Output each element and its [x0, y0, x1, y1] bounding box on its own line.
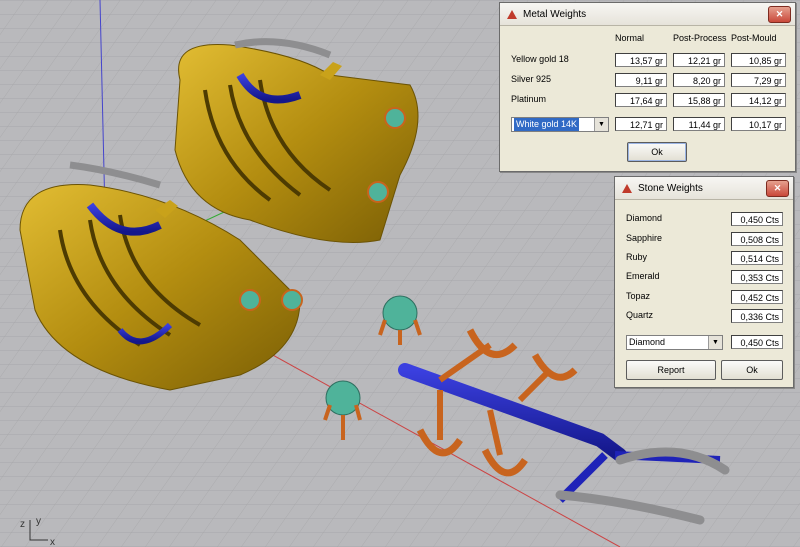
weight-field[interactable]: 7,29 gr: [731, 73, 786, 87]
weight-field[interactable]: 12,71 gr: [615, 117, 667, 131]
app-icon: [507, 10, 517, 19]
ok-button[interactable]: Ok: [627, 142, 687, 162]
carat-field[interactable]: 0,450 Cts: [731, 212, 783, 226]
metal-select[interactable]: White gold 14K ▼: [511, 117, 609, 132]
column-header-post-mould: Post-Mould: [731, 33, 777, 43]
close-button[interactable]: ✕: [768, 6, 791, 23]
metal-select-value: White gold 14K: [514, 118, 580, 131]
dialog-title: Metal Weights: [523, 8, 587, 20]
weight-field[interactable]: 8,20 gr: [673, 73, 725, 87]
stone-label: Ruby: [626, 252, 648, 262]
stone-label: Diamond: [626, 213, 663, 223]
metal-label: Silver 925: [511, 74, 552, 84]
weight-field[interactable]: 13,57 gr: [615, 53, 667, 67]
close-icon: ✕: [773, 183, 782, 193]
report-button[interactable]: Report: [626, 360, 716, 380]
stone-weights-dialog: Stone Weights ✕ Diamond 0,450 Cts Sapphi…: [614, 176, 794, 388]
weight-field[interactable]: 14,12 gr: [731, 93, 786, 107]
metal-weights-titlebar[interactable]: Metal Weights: [500, 3, 795, 26]
close-button[interactable]: ✕: [766, 180, 789, 197]
dialog-title: Stone Weights: [638, 182, 703, 194]
column-header-post-process: Post-Process: [673, 33, 727, 43]
chevron-down-icon[interactable]: ▼: [708, 336, 722, 349]
carat-field[interactable]: 0,514 Cts: [731, 251, 783, 265]
metal-weights-dialog: Metal Weights ✕ Normal Post-Process Post…: [499, 2, 796, 172]
stone-label: Emerald: [626, 271, 660, 281]
stone-select[interactable]: Diamond ▼: [626, 335, 723, 350]
weight-field[interactable]: 12,21 gr: [673, 53, 725, 67]
axis-label-z: z: [20, 519, 25, 530]
app-icon: [622, 184, 632, 193]
weight-field[interactable]: 9,11 gr: [615, 73, 667, 87]
carat-field[interactable]: 0,336 Cts: [731, 309, 783, 323]
carat-field[interactable]: 0,450 Cts: [731, 335, 783, 349]
carat-field[interactable]: 0,452 Cts: [731, 290, 783, 304]
stone-label: Quartz: [626, 310, 654, 320]
metal-label: Platinum: [511, 94, 547, 104]
axis-label-y: y: [36, 516, 41, 527]
weight-field[interactable]: 10,17 gr: [731, 117, 786, 131]
carat-field[interactable]: 0,508 Cts: [731, 232, 783, 246]
weight-field[interactable]: 10,85 gr: [731, 53, 786, 67]
metal-label: Yellow gold 18: [511, 54, 569, 64]
carat-field[interactable]: 0,353 Cts: [731, 270, 783, 284]
stone-label: Sapphire: [626, 233, 663, 243]
stone-select-value: Diamond: [629, 337, 666, 347]
close-icon: ✕: [775, 9, 784, 19]
weight-field[interactable]: 15,88 gr: [673, 93, 725, 107]
stone-label: Topaz: [626, 291, 651, 301]
weight-field[interactable]: 11,44 gr: [673, 117, 725, 131]
axis-label-x: x: [50, 537, 55, 547]
ok-button[interactable]: Ok: [721, 360, 783, 380]
column-header-normal: Normal: [615, 33, 645, 43]
weight-field[interactable]: 17,64 gr: [615, 93, 667, 107]
chevron-down-icon[interactable]: ▼: [594, 118, 608, 131]
